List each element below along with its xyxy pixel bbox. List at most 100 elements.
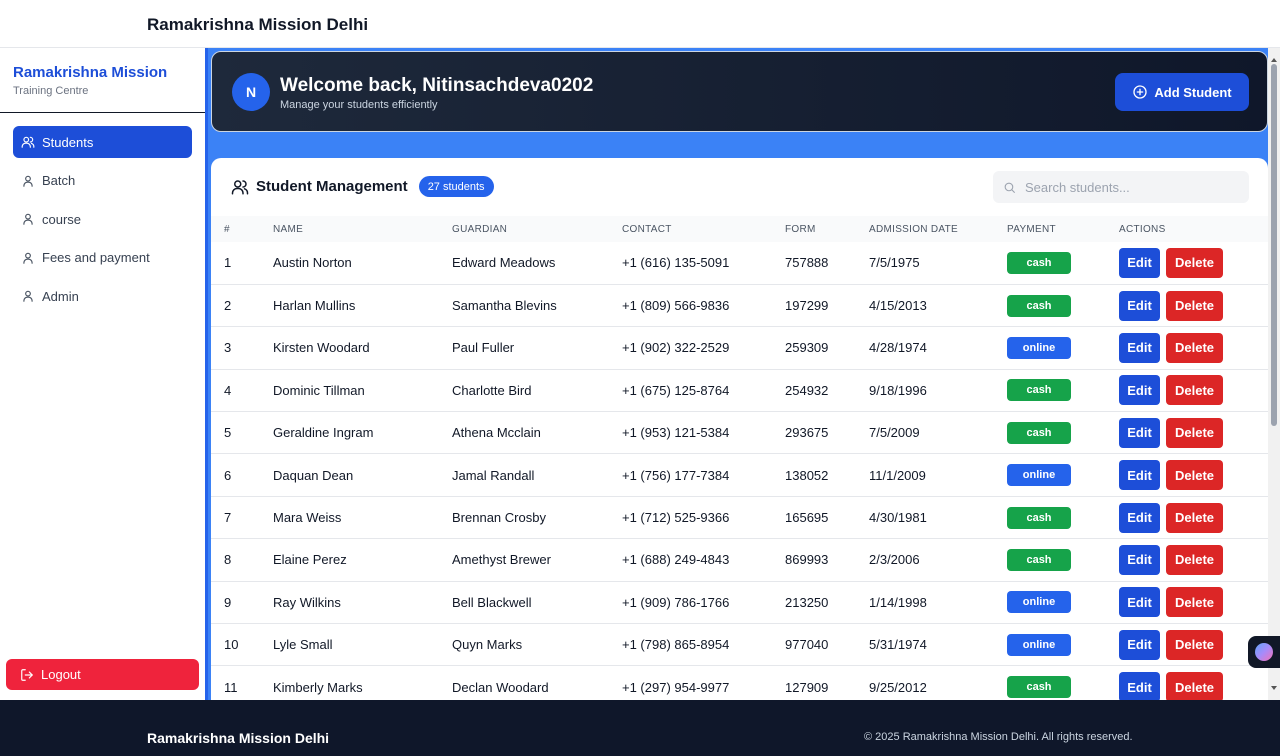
edit-button[interactable]: Edit bbox=[1119, 332, 1160, 363]
payment-badge: cash bbox=[1007, 548, 1071, 571]
plus-circle-icon bbox=[1132, 84, 1148, 100]
app-title: Ramakrishna Mission Delhi bbox=[147, 15, 369, 34]
assistant-widget-button[interactable] bbox=[1248, 636, 1280, 668]
delete-button[interactable]: Delete bbox=[1166, 629, 1223, 660]
student-name: Ray Wilkins bbox=[273, 594, 341, 610]
delete-button[interactable]: Delete bbox=[1166, 417, 1223, 448]
delete-button[interactable]: Delete bbox=[1166, 247, 1223, 278]
edit-button[interactable]: Edit bbox=[1119, 460, 1160, 491]
payment-badge: cash bbox=[1007, 294, 1071, 317]
assistant-icon bbox=[1255, 643, 1273, 661]
user-icon bbox=[21, 289, 35, 303]
table-row: 1 Austin Norton Edward Meadows +1 (616) 135… bbox=[211, 242, 1268, 285]
payment-badge: cash bbox=[1007, 676, 1071, 699]
edit-button[interactable]: Edit bbox=[1119, 290, 1160, 321]
delete-button[interactable]: Delete bbox=[1166, 672, 1223, 700]
search-input[interactable] bbox=[1025, 179, 1235, 195]
form-number: 127909 bbox=[785, 679, 829, 695]
logout-label: Logout bbox=[41, 667, 81, 682]
sidebar-item-students[interactable]: Students bbox=[13, 126, 192, 158]
row-number: 5 bbox=[224, 425, 232, 441]
row-number: 11 bbox=[224, 679, 238, 695]
payment-badge: online bbox=[1007, 336, 1071, 359]
contact-phone: +1 (688) 249-4843 bbox=[622, 552, 730, 568]
payment-cell: cash bbox=[1007, 496, 1119, 538]
delete-button[interactable]: Delete bbox=[1166, 290, 1223, 321]
scroll-down-arrow-icon[interactable] bbox=[1271, 686, 1277, 690]
page-scrollbar[interactable] bbox=[1268, 48, 1280, 700]
logout-button[interactable]: Logout bbox=[6, 659, 199, 690]
actions-cell: Edit Delete bbox=[1119, 412, 1268, 454]
form-number: 757888 bbox=[785, 255, 829, 271]
edit-button[interactable]: Edit bbox=[1119, 417, 1160, 448]
column-header: # bbox=[224, 223, 230, 235]
guardian-name: Charlotte Bird bbox=[452, 382, 532, 398]
scroll-up-arrow-icon[interactable] bbox=[1271, 58, 1277, 62]
admission-date: 5/31/1974 bbox=[869, 637, 927, 653]
payment-badge: online bbox=[1007, 591, 1071, 614]
payment-cell: online bbox=[1007, 581, 1119, 623]
admission-date: 4/30/1981 bbox=[869, 510, 927, 526]
delete-button[interactable]: Delete bbox=[1166, 375, 1223, 406]
sidebar-item-fees[interactable]: Fees and payment bbox=[13, 242, 192, 274]
column-header: ADMISSION DATE bbox=[869, 223, 959, 235]
admission-date: 4/15/2013 bbox=[869, 298, 927, 314]
actions-cell: Edit Delete bbox=[1119, 666, 1268, 700]
actions-cell: Edit Delete bbox=[1119, 581, 1268, 623]
welcome-banner: N Welcome back, Nitinsachdeva0202 Manage… bbox=[211, 51, 1268, 132]
table-row: 6 Daquan Dean Jamal Randall +1 (756) 177-73… bbox=[211, 454, 1268, 497]
edit-button[interactable]: Edit bbox=[1119, 672, 1160, 700]
admission-date: 2/3/2006 bbox=[869, 552, 920, 568]
payment-cell: cash bbox=[1007, 242, 1119, 284]
form-number: 977040 bbox=[785, 637, 829, 653]
edit-button[interactable]: Edit bbox=[1119, 247, 1160, 278]
sidebar-item-label: Students bbox=[42, 134, 94, 150]
delete-button[interactable]: Delete bbox=[1166, 587, 1223, 618]
user-icon bbox=[21, 212, 35, 226]
sidebar-item-label: Batch bbox=[42, 173, 76, 188]
edit-button[interactable]: Edit bbox=[1119, 629, 1160, 660]
payment-cell: cash bbox=[1007, 666, 1119, 700]
edit-button[interactable]: Edit bbox=[1119, 544, 1160, 575]
payment-badge: online bbox=[1007, 464, 1071, 487]
actions-cell: Edit Delete bbox=[1119, 242, 1268, 284]
footer: Ramakrishna Mission Delhi © 2025 Ramakri… bbox=[0, 700, 1280, 756]
contact-phone: +1 (909) 786-1766 bbox=[622, 594, 730, 610]
sidebar-item-admin[interactable]: Admin bbox=[13, 280, 192, 312]
table-body: 1 Austin Norton Edward Meadows +1 (616) 135… bbox=[211, 242, 1268, 700]
table-row: 4 Dominic Tillman Charlotte Bird +1 (675) 1… bbox=[211, 369, 1268, 412]
sidebar-item-batch[interactable]: Batch bbox=[13, 165, 192, 197]
student-panel: Student Management 27 students # NAME GU… bbox=[211, 158, 1268, 700]
row-number: 9 bbox=[224, 594, 232, 610]
edit-button[interactable]: Edit bbox=[1119, 375, 1160, 406]
column-header: CONTACT bbox=[622, 223, 672, 235]
row-number: 8 bbox=[224, 552, 232, 568]
payment-badge: cash bbox=[1007, 506, 1071, 529]
column-header: NAME bbox=[273, 223, 304, 235]
top-bar: Ramakrishna Mission Delhi bbox=[0, 0, 1280, 48]
student-name: Kimberly Marks bbox=[273, 679, 363, 695]
table-header-row: # NAME GUARDIAN CONTACT FORM ADMISSION D… bbox=[211, 216, 1268, 242]
sidebar-item-course[interactable]: course bbox=[13, 203, 192, 235]
edit-button[interactable]: Edit bbox=[1119, 502, 1160, 533]
column-header: ACTIONS bbox=[1119, 223, 1166, 235]
column-header: PAYMENT bbox=[1007, 223, 1056, 235]
student-name: Harlan Mullins bbox=[273, 298, 356, 314]
delete-button[interactable]: Delete bbox=[1166, 502, 1223, 533]
delete-button[interactable]: Delete bbox=[1166, 332, 1223, 363]
actions-cell: Edit Delete bbox=[1119, 369, 1268, 411]
form-number: 254932 bbox=[785, 382, 829, 398]
student-name: Dominic Tillman bbox=[273, 382, 365, 398]
delete-button[interactable]: Delete bbox=[1166, 460, 1223, 491]
edit-button[interactable]: Edit bbox=[1119, 587, 1160, 618]
table-row: 10 Lyle Small Quyn Marks +1 (798) 865-8954 9… bbox=[211, 624, 1268, 666]
student-name: Lyle Small bbox=[273, 637, 333, 653]
form-number: 259309 bbox=[785, 340, 829, 356]
form-number: 213250 bbox=[785, 594, 829, 610]
add-student-button[interactable]: Add Student bbox=[1115, 73, 1249, 111]
delete-button[interactable]: Delete bbox=[1166, 544, 1223, 575]
scroll-thumb[interactable] bbox=[1271, 64, 1277, 426]
brand-title: Ramakrishna Mission bbox=[13, 64, 168, 81]
contact-phone: +1 (953) 121-5384 bbox=[622, 425, 730, 441]
payment-badge: cash bbox=[1007, 421, 1071, 444]
